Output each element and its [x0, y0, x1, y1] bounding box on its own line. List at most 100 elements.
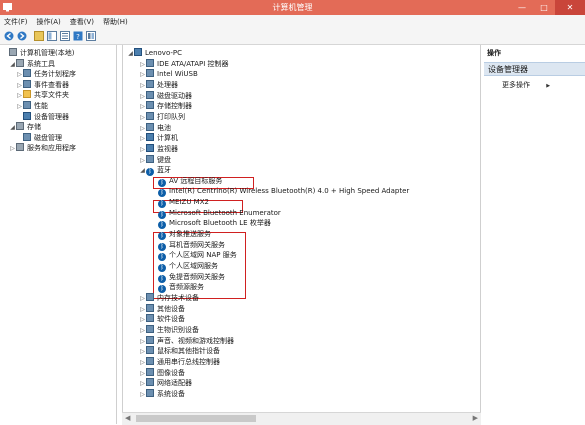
device-tree-item[interactable]: ᛒ 个人区域网 NAP 服务 [151, 250, 237, 262]
expand-toggle-icon[interactable]: ◢ [139, 166, 146, 176]
tree-item-label: Microsoft Bluetooth LE 枚举器 [169, 219, 271, 228]
expand-toggle-icon[interactable]: ▷ [139, 390, 146, 400]
expand-toggle-icon[interactable]: ▷ [139, 156, 146, 166]
device-tree-item[interactable]: ▷ 系统设备 [139, 388, 185, 400]
console-tree-item[interactable]: 磁盘管理 [16, 132, 62, 143]
console-tree-item[interactable]: 计算机管理(本地) [2, 48, 74, 58]
close-button[interactable]: ✕ [555, 0, 585, 15]
menu-view[interactable]: 查看(V) [70, 17, 94, 27]
device-tree-item[interactable]: ᛒ 个人区域网服务 [151, 261, 218, 272]
scroll-right-icon[interactable]: ▶ [473, 414, 478, 422]
expand-toggle-icon[interactable]: ▷ [139, 124, 146, 134]
menu-action[interactable]: 操作(A) [37, 17, 61, 27]
device-tree-item[interactable]: ᛒ AV 远程目标服务 [151, 176, 222, 187]
device-tree-item[interactable]: ▷ 网络适配器 [139, 378, 192, 388]
up-level-icon[interactable] [34, 31, 44, 41]
expand-toggle-icon[interactable]: ▷ [139, 347, 146, 357]
show-hide-tree-icon[interactable] [47, 31, 57, 41]
expand-toggle-icon[interactable]: ▷ [16, 70, 23, 80]
console-tree-item[interactable]: ▷ 服务和应用程序 [9, 143, 76, 153]
expand-toggle-icon[interactable]: ▷ [139, 379, 146, 389]
expand-toggle-icon[interactable]: ▷ [139, 102, 146, 112]
expand-toggle-icon[interactable]: ▷ [139, 315, 146, 325]
expand-toggle-icon[interactable]: ▷ [139, 60, 146, 70]
device-tree-item[interactable]: ▷ 计算机 [139, 133, 178, 143]
device-tree-item[interactable]: ▷ 软件设备 [139, 314, 185, 324]
tree-item-label: 服务和应用程序 [27, 144, 76, 153]
expand-toggle-icon[interactable]: ▷ [139, 305, 146, 315]
device-tree-item[interactable]: ▷ IDE ATA/ATAPI 控制器 [139, 58, 229, 70]
expand-toggle-icon[interactable]: ◢ [9, 60, 16, 70]
device-tree-item[interactable]: ▷ 电池 [139, 122, 171, 134]
device-icon [146, 314, 154, 323]
device-tree-item[interactable]: ᛒ Microsoft Bluetooth LE 枚举器 [151, 218, 271, 230]
expand-toggle-icon[interactable]: ▷ [139, 294, 146, 304]
expand-toggle-icon[interactable]: ▷ [16, 81, 23, 91]
console-tree-item[interactable]: ▷ 事件查看器 [16, 79, 69, 91]
horizontal-scrollbar[interactable]: ◀ ▶ [122, 412, 481, 425]
console-tree-item[interactable]: ◢ 系统工具 [9, 58, 55, 70]
back-arrow-icon[interactable] [4, 31, 14, 41]
device-tree-item[interactable]: ▷ 生物识别设备 [139, 324, 199, 336]
device-tree-item[interactable]: ▷ 处理器 [139, 79, 178, 91]
console-tree-item[interactable]: ▷ 性能 [16, 101, 48, 111]
expand-toggle-icon[interactable]: ▷ [139, 134, 146, 144]
tree-item-label: 生物识别设备 [157, 325, 199, 334]
device-tree-item[interactable]: ▷ 存储控制器 [139, 101, 192, 111]
expand-toggle-icon[interactable]: ▷ [16, 91, 23, 101]
device-tree-item[interactable]: ▷ 声音、视频和游戏控制器 [139, 335, 234, 347]
expand-toggle-icon[interactable]: ▷ [139, 113, 146, 123]
device-tree-item[interactable]: ◢ Lenovo-PC [127, 48, 182, 58]
expand-toggle-icon[interactable]: ▷ [139, 70, 146, 80]
actions-selected-item[interactable]: 设备管理器 [484, 62, 585, 76]
console-tree-item[interactable]: 设备管理器 [16, 111, 69, 122]
expand-toggle-icon[interactable]: ▷ [139, 369, 146, 379]
more-actions-link[interactable]: 更多操作 ▶ [502, 80, 550, 90]
help-icon[interactable]: ? [73, 31, 83, 41]
device-tree-item[interactable]: ◢ ᛒ 蓝牙 [139, 165, 171, 177]
expand-toggle-icon[interactable]: ▷ [139, 81, 146, 91]
properties-icon[interactable] [60, 31, 70, 41]
expand-toggle-icon[interactable]: ▷ [139, 92, 146, 102]
tree-item-label: 磁盘驱动器 [157, 91, 192, 100]
expand-toggle-icon[interactable]: ▷ [139, 145, 146, 155]
expand-toggle-icon[interactable]: ▷ [139, 326, 146, 336]
minimize-button[interactable]: — [511, 0, 533, 15]
menu-file[interactable]: 文件(F) [4, 17, 28, 27]
expand-toggle-icon[interactable]: ▷ [16, 102, 23, 112]
scroll-left-icon[interactable]: ◀ [125, 414, 130, 422]
device-tree-item[interactable]: ᛒ 对象推送服务 [151, 229, 211, 241]
device-tree-item[interactable]: ▷ 其他设备 [139, 303, 185, 315]
device-tree-item[interactable]: ᛒ MEIZU MX2 [151, 197, 209, 209]
expand-toggle-icon[interactable]: ◢ [9, 123, 16, 133]
maximize-button[interactable]: □ [533, 0, 555, 15]
device-tree-item[interactable]: ᛒ Microsoft Bluetooth Enumerator [151, 208, 281, 219]
device-tree-item[interactable]: ▷ 磁盘驱动器 [139, 90, 192, 102]
device-tree-item[interactable]: ▷ 图像设备 [139, 367, 185, 379]
device-tree-item[interactable]: ▷ 键盘 [139, 154, 171, 166]
device-tree-item[interactable]: ▷ 鼠标和其他指针设备 [139, 346, 220, 356]
console-tree-item[interactable]: ◢ 存储 [9, 122, 41, 132]
device-tree-item[interactable]: ᛒ 耳机音频网关服务 [151, 240, 225, 251]
expand-toggle-icon[interactable]: ▷ [139, 358, 146, 368]
device-tree-item[interactable]: ▷ 内存技术设备 [139, 292, 199, 304]
scrollbar-thumb[interactable] [136, 415, 256, 422]
expand-toggle-icon[interactable]: ◢ [127, 49, 134, 59]
device-tree-item[interactable]: ▷ 监视器 [139, 143, 178, 155]
device-tree-item[interactable]: ▷ Intel WiUSB [139, 69, 198, 79]
expand-toggle-icon[interactable]: ▷ [139, 337, 146, 347]
device-icon [146, 324, 154, 333]
console-tree-item[interactable]: ▷ 任务计划程序 [16, 69, 76, 79]
device-tree-item[interactable]: ᛒ 免提音频网关服务 [151, 272, 225, 283]
forward-arrow-icon[interactable] [17, 31, 27, 41]
view-icon[interactable] [86, 31, 96, 41]
expand-toggle-icon[interactable]: ▷ [9, 144, 16, 154]
device-icon [23, 101, 31, 109]
console-tree-item[interactable]: ▷ 共享文件夹 [16, 90, 69, 100]
device-tree-item[interactable]: ᛒ Intel(R) Centrino(R) Wireless Bluetooth… [151, 186, 409, 198]
device-tree-item[interactable]: ▷ 通用串行总线控制器 [139, 356, 220, 368]
device-tree-item[interactable]: ᛒ 音频源服务 [151, 282, 204, 294]
menu-help[interactable]: 帮助(H) [103, 17, 128, 27]
tree-item-label: 个人区域网服务 [169, 262, 218, 270]
device-tree-item[interactable]: ▷ 打印队列 [139, 111, 185, 123]
